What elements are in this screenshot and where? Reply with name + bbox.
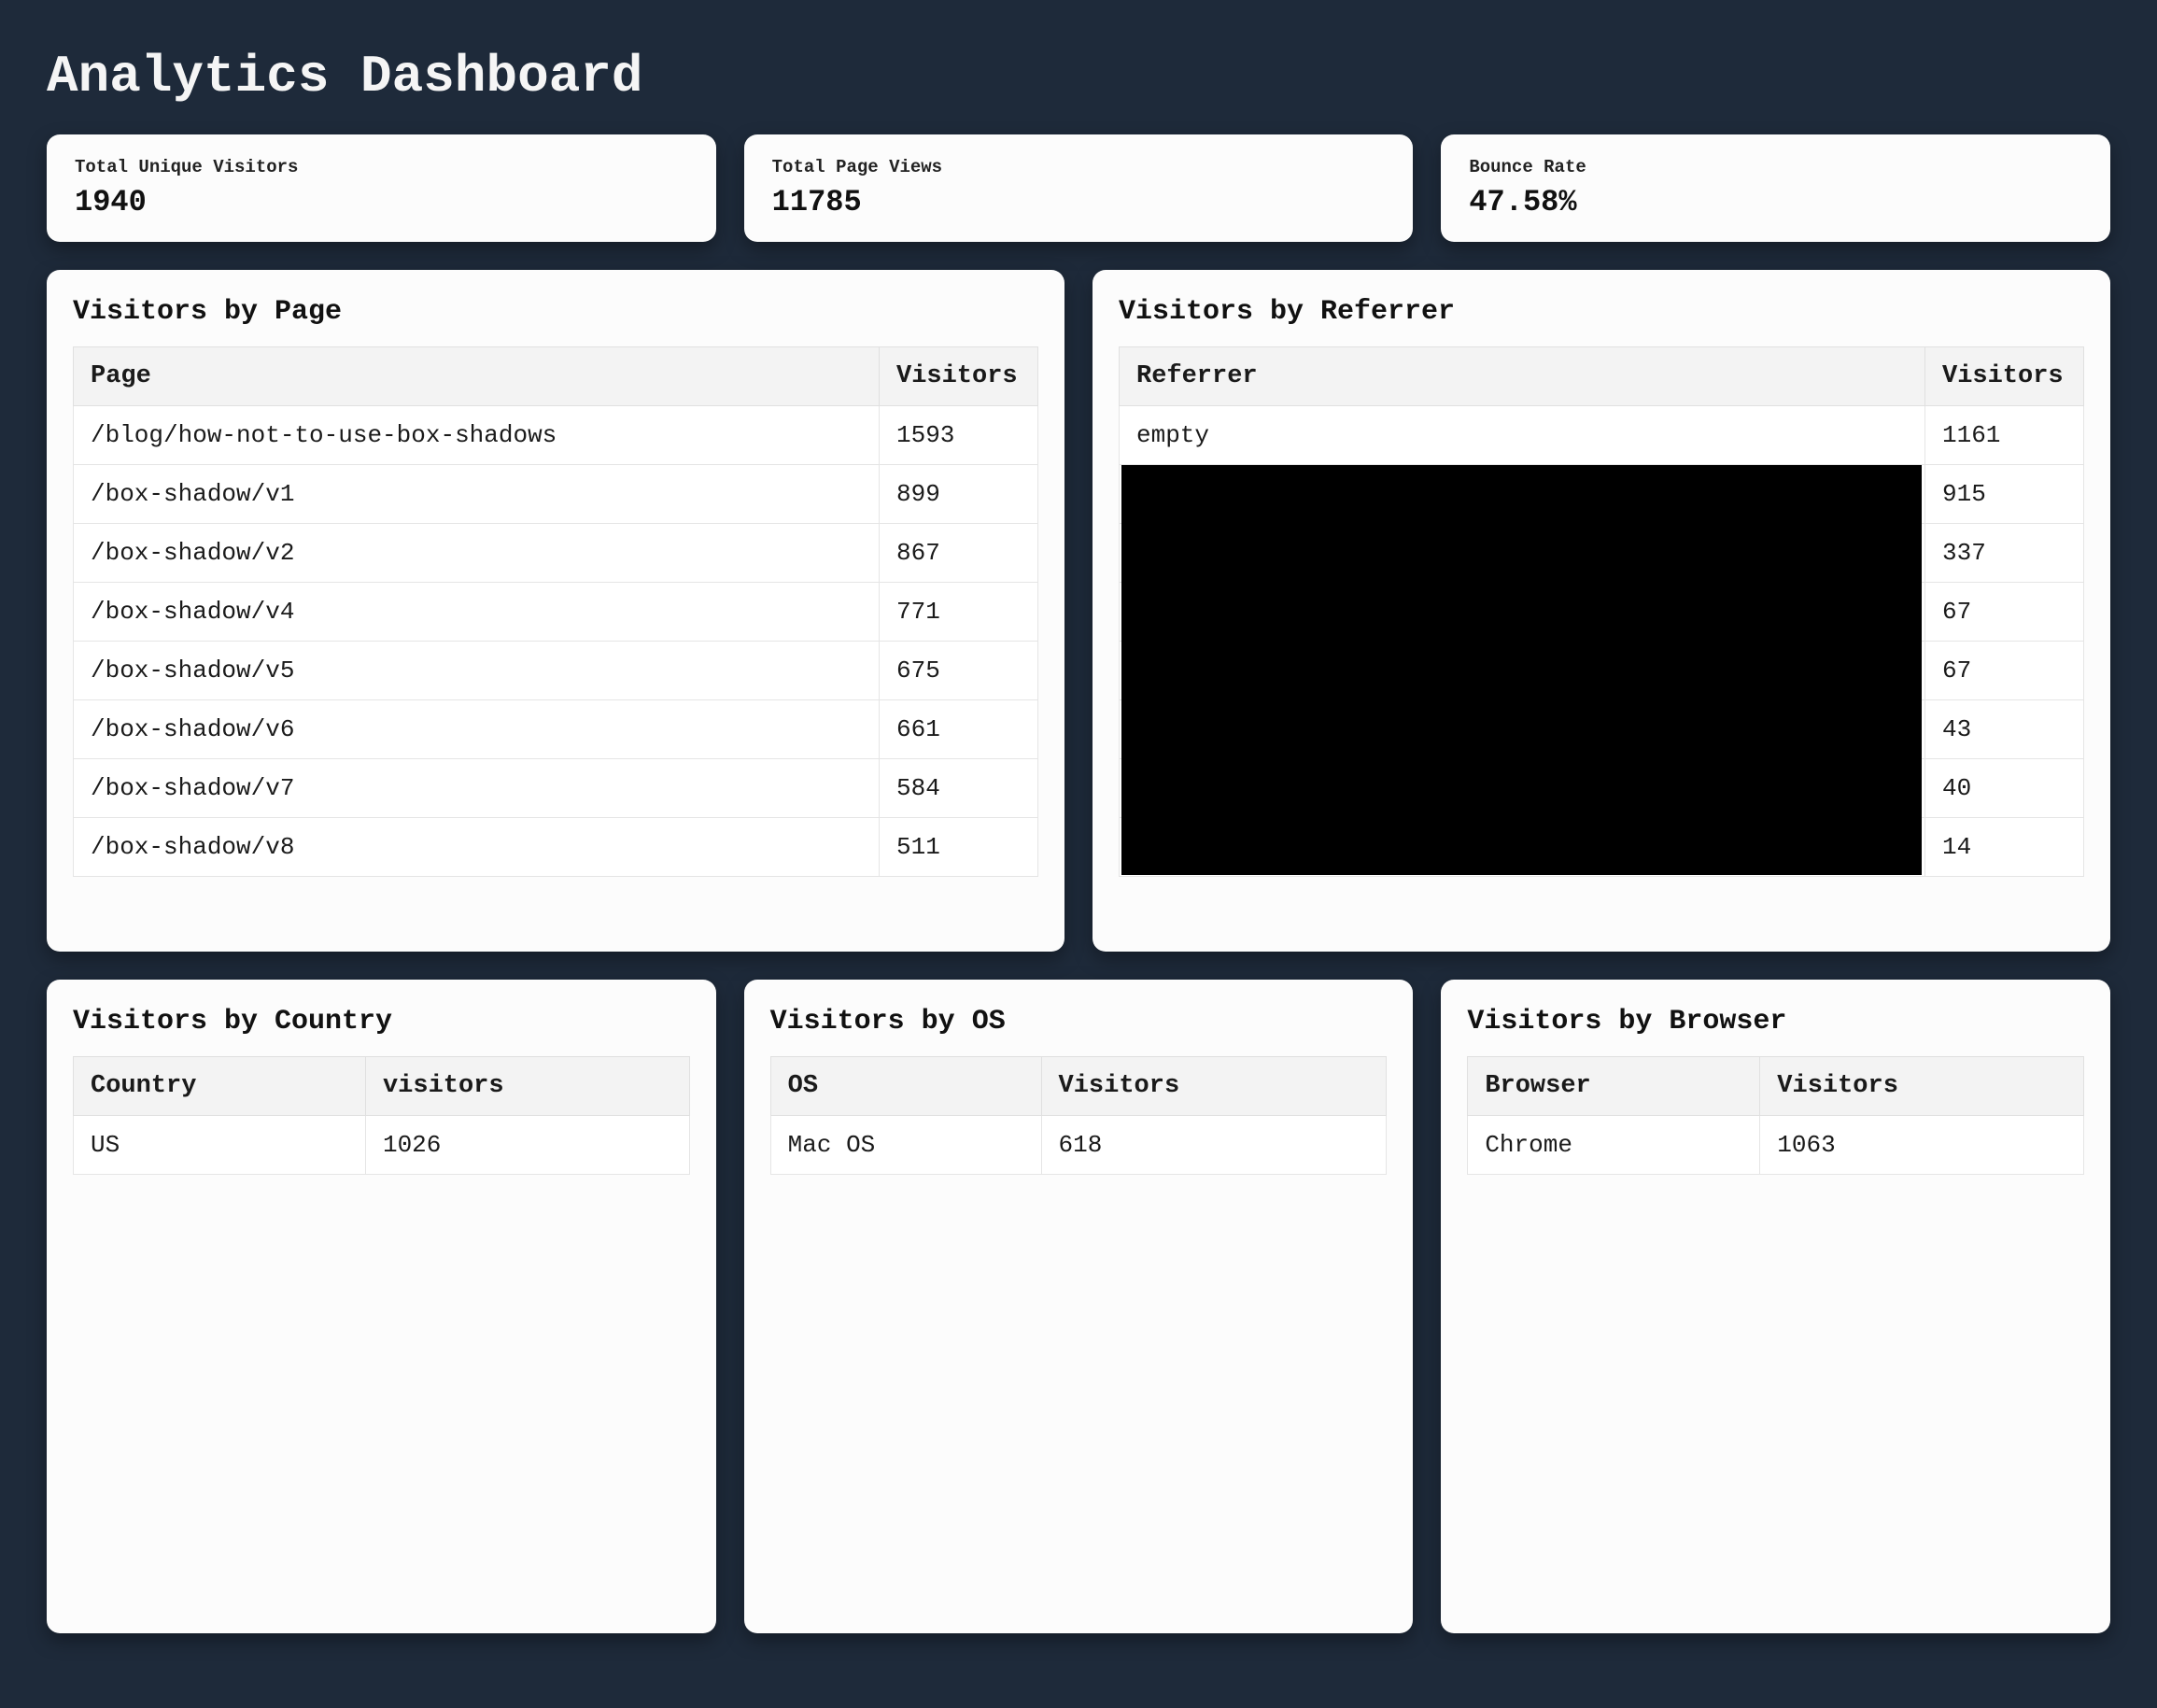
table-row: /blog/how-not-to-use-box-shadows1593 bbox=[74, 406, 1038, 465]
th-ref-visitors: Visitors bbox=[1925, 347, 2084, 406]
cell-key: /box-shadow/v4 bbox=[74, 583, 880, 642]
redaction-overlay bbox=[1121, 465, 1922, 875]
th-os: OS bbox=[770, 1057, 1041, 1116]
cell-value: 1026 bbox=[365, 1116, 689, 1175]
th-referrer: Referrer bbox=[1120, 347, 1925, 406]
cell-key: /blog/how-not-to-use-box-shadows bbox=[74, 406, 880, 465]
card-title-browser: Visitors by Browser bbox=[1467, 1006, 2084, 1038]
cell-value: 1063 bbox=[1760, 1116, 2084, 1175]
th-os-visitors: Visitors bbox=[1041, 1057, 1387, 1116]
stat-label-bounce: Bounce Rate bbox=[1469, 157, 2082, 177]
card-browser: Visitors by Browser Browser Visitors Chr… bbox=[1441, 980, 2110, 1633]
cell-key: /box-shadow/v6 bbox=[74, 700, 880, 759]
cell-value: 915 bbox=[1925, 465, 2084, 524]
cell-value: 675 bbox=[880, 642, 1038, 700]
table-row: Mac OS618 bbox=[770, 1116, 1387, 1175]
cell-key: Mac OS bbox=[770, 1116, 1041, 1175]
stat-row: Total Unique Visitors 1940 Total Page Vi… bbox=[47, 134, 2110, 242]
cell-value: 43 bbox=[1925, 700, 2084, 759]
page-title: Analytics Dashboard bbox=[47, 47, 2110, 106]
table-pages: Page Visitors /blog/how-not-to-use-box-s… bbox=[73, 346, 1038, 877]
cell-value: 1161 bbox=[1925, 406, 2084, 465]
table-row: US1026 bbox=[74, 1116, 690, 1175]
cell-value: 1593 bbox=[880, 406, 1038, 465]
card-title-referrers: Visitors by Referrer bbox=[1119, 296, 2084, 328]
stat-label-pageviews: Total Page Views bbox=[772, 157, 1386, 177]
table-browser: Browser Visitors Chrome1063 bbox=[1467, 1056, 2084, 1175]
table-row: /box-shadow/v1899 bbox=[74, 465, 1038, 524]
table-row: Chrome1063 bbox=[1468, 1116, 2084, 1175]
cell-key: Chrome bbox=[1468, 1116, 1760, 1175]
cell-value: 584 bbox=[880, 759, 1038, 818]
card-title-os: Visitors by OS bbox=[770, 1006, 1388, 1038]
th-visitors: Visitors bbox=[880, 347, 1038, 406]
card-title-pages: Visitors by Page bbox=[73, 296, 1038, 328]
cell-key: /box-shadow/v1 bbox=[74, 465, 880, 524]
card-pages: Visitors by Page Page Visitors /blog/how… bbox=[47, 270, 1064, 952]
th-browser-visitors: Visitors bbox=[1760, 1057, 2084, 1116]
table-row: /box-shadow/v2867 bbox=[74, 524, 1038, 583]
stat-card-pageviews: Total Page Views 11785 bbox=[744, 134, 1414, 242]
card-row-bottom: Visitors by Country Country visitors US1… bbox=[47, 980, 2110, 1633]
stat-card-bounce: Bounce Rate 47.58% bbox=[1441, 134, 2110, 242]
cell-value: 511 bbox=[880, 818, 1038, 877]
table-country: Country visitors US1026 bbox=[73, 1056, 690, 1175]
table-row: /box-shadow/v6661 bbox=[74, 700, 1038, 759]
table-row: /box-shadow/v4771 bbox=[74, 583, 1038, 642]
card-referrers: Visitors by Referrer Referrer Visitors e… bbox=[1093, 270, 2110, 952]
cell-value: 771 bbox=[880, 583, 1038, 642]
stat-value-visitors: 1940 bbox=[75, 185, 688, 219]
cell-value: 618 bbox=[1041, 1116, 1387, 1175]
table-row: empty1161 bbox=[1120, 406, 2084, 465]
card-os: Visitors by OS OS Visitors Mac OS618 bbox=[744, 980, 1414, 1633]
card-title-country: Visitors by Country bbox=[73, 1006, 690, 1038]
cell-key: /box-shadow/v2 bbox=[74, 524, 880, 583]
table-os: OS Visitors Mac OS618 bbox=[770, 1056, 1388, 1175]
stat-value-bounce: 47.58% bbox=[1469, 185, 2082, 219]
cell-value: 67 bbox=[1925, 583, 2084, 642]
th-country: Country bbox=[74, 1057, 366, 1116]
cell-key: /box-shadow/v7 bbox=[74, 759, 880, 818]
cell-value: 14 bbox=[1925, 818, 2084, 877]
stat-label-visitors: Total Unique Visitors bbox=[75, 157, 688, 177]
card-row-tables: Visitors by Page Page Visitors /blog/how… bbox=[47, 270, 2110, 952]
cell-value: 67 bbox=[1925, 642, 2084, 700]
cell-value: 867 bbox=[880, 524, 1038, 583]
cell-key: US bbox=[74, 1116, 366, 1175]
stat-value-pageviews: 11785 bbox=[772, 185, 1386, 219]
cell-value: 40 bbox=[1925, 759, 2084, 818]
table-row: /box-shadow/v8511 bbox=[74, 818, 1038, 877]
table-row: /box-shadow/v7584 bbox=[74, 759, 1038, 818]
cell-key: empty bbox=[1120, 406, 1925, 465]
card-country: Visitors by Country Country visitors US1… bbox=[47, 980, 716, 1633]
table-row: /box-shadow/v5675 bbox=[74, 642, 1038, 700]
cell-key: /box-shadow/v5 bbox=[74, 642, 880, 700]
th-browser: Browser bbox=[1468, 1057, 1760, 1116]
stat-card-visitors: Total Unique Visitors 1940 bbox=[47, 134, 716, 242]
cell-key: /box-shadow/v8 bbox=[74, 818, 880, 877]
th-country-visitors: visitors bbox=[365, 1057, 689, 1116]
th-page: Page bbox=[74, 347, 880, 406]
cell-value: 337 bbox=[1925, 524, 2084, 583]
cell-value: 899 bbox=[880, 465, 1038, 524]
cell-value: 661 bbox=[880, 700, 1038, 759]
